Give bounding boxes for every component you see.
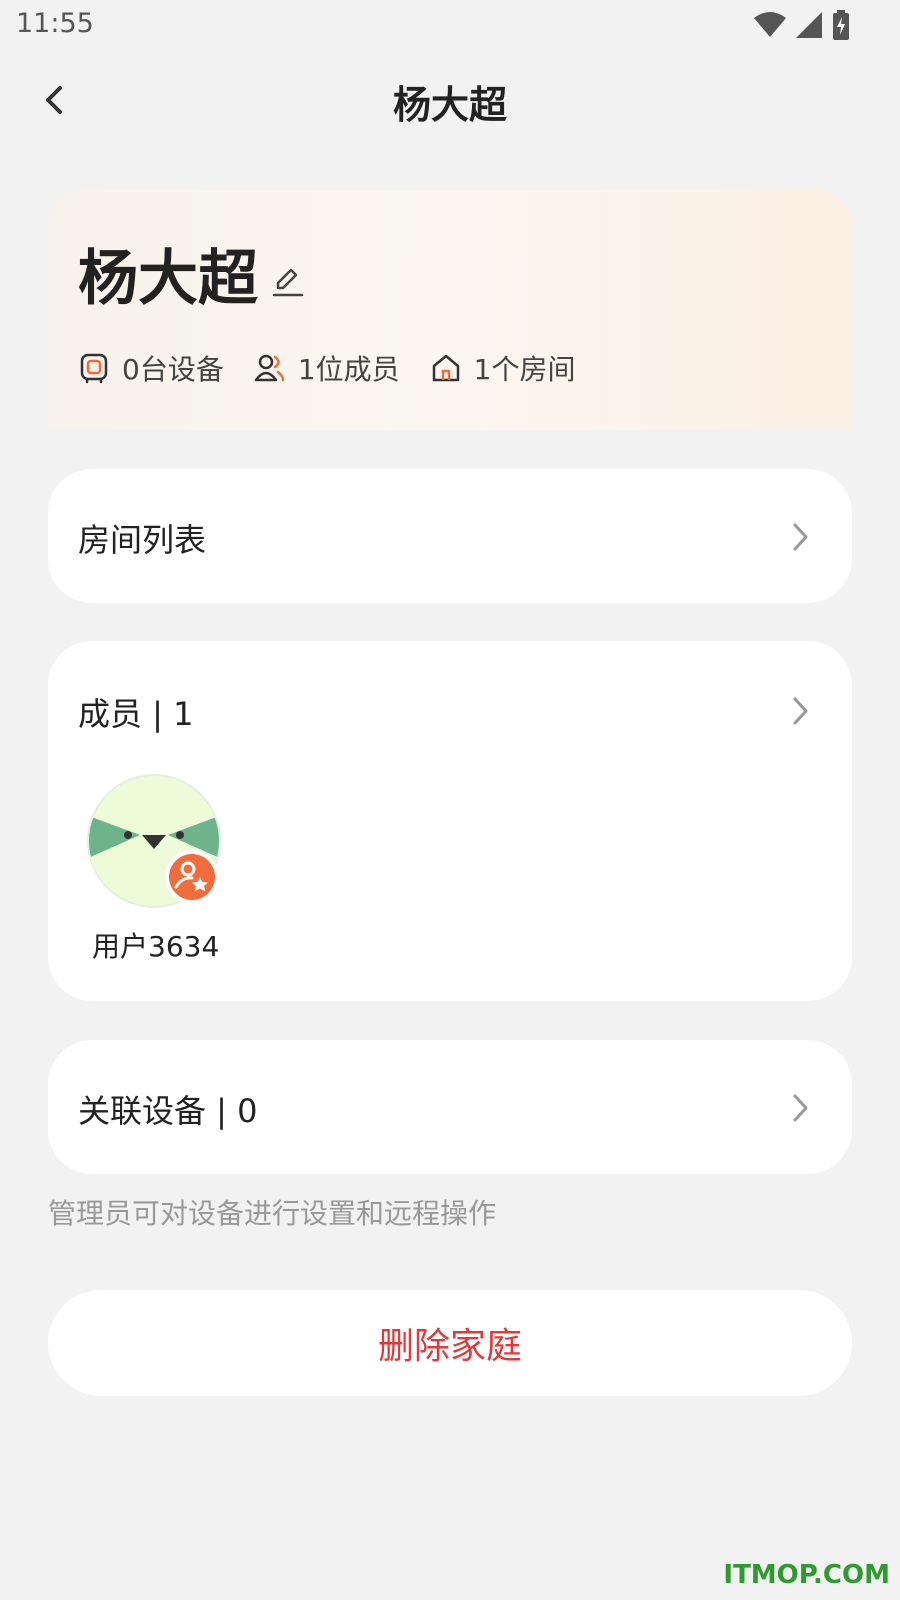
status-time: 11:55 <box>16 8 94 39</box>
member-avatar[interactable] <box>86 773 222 909</box>
delete-family-button[interactable]: 删除家庭 <box>48 1290 852 1396</box>
members-icon <box>254 354 285 382</box>
admin-hint-text: 管理员可对设备进行设置和远程操作 <box>48 1197 497 1230</box>
status-bar: 11:55 <box>0 0 900 48</box>
family-info-card: 杨大超 0台设备 1位成员 1个房间 <box>48 190 852 430</box>
room-list-row[interactable]: 房间列表 <box>48 469 852 603</box>
stat-devices: 0台设备 <box>78 348 224 388</box>
stat-devices-label: 0台设备 <box>122 353 224 386</box>
edit-icon[interactable] <box>270 264 304 298</box>
battery-icon <box>833 10 849 40</box>
chevron-right-icon <box>793 1094 808 1122</box>
admin-badge-icon <box>165 850 219 904</box>
members-card: 成员 | 1 用户3634 <box>48 641 852 1001</box>
chevron-right-icon[interactable] <box>788 695 812 727</box>
watermark-logo: ITMOP.COM <box>723 1560 890 1590</box>
member-name: 用户3634 <box>92 930 220 963</box>
stat-rooms: 1个房间 <box>430 348 576 388</box>
family-name: 杨大超 <box>78 244 258 314</box>
chevron-right-icon <box>793 523 808 551</box>
status-icons <box>754 10 850 40</box>
wifi-icon <box>754 12 786 37</box>
linked-devices-row[interactable]: 关联设备 | 0 <box>48 1040 852 1174</box>
stat-rooms-label: 1个房间 <box>473 353 576 386</box>
room-list-label: 房间列表 <box>78 521 207 559</box>
linked-devices-label: 关联设备 | 0 <box>78 1092 258 1130</box>
members-header[interactable]: 成员 | 1 <box>78 689 194 735</box>
stat-members-label: 1位成员 <box>297 353 400 386</box>
device-icon <box>80 353 108 384</box>
app-header: 杨大超 <box>0 58 900 144</box>
home-icon <box>432 354 459 382</box>
family-stats: 0台设备 1位成员 1个房间 <box>78 348 575 388</box>
page-title: 杨大超 <box>392 83 507 127</box>
stat-members: 1位成员 <box>254 348 400 388</box>
signal-icon <box>796 12 822 38</box>
